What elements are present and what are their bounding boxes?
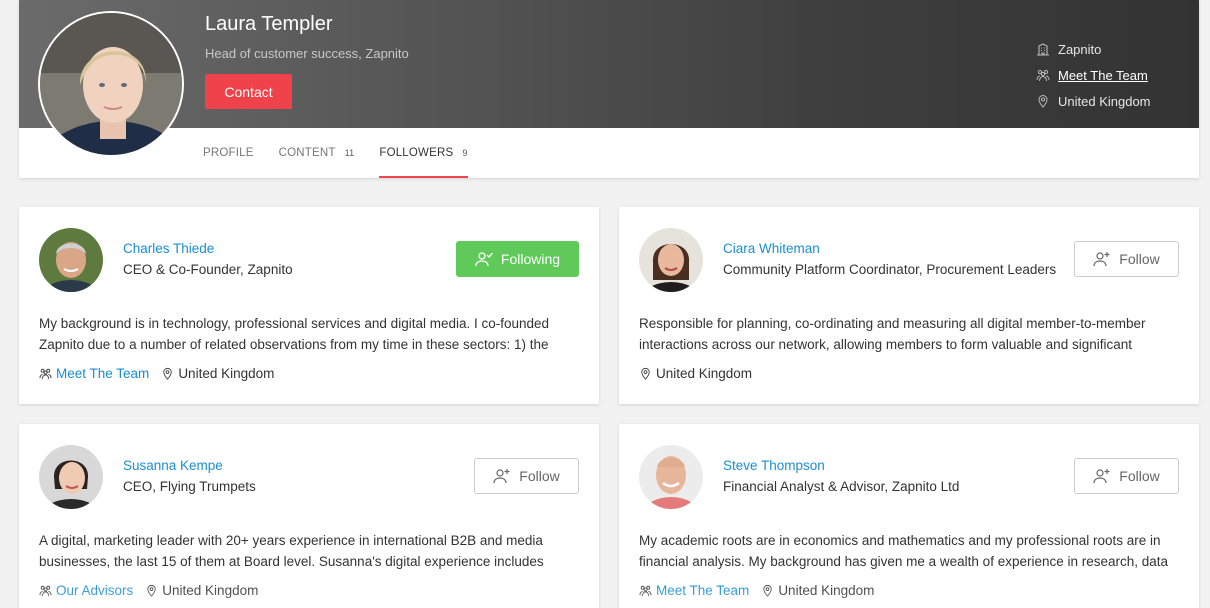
user-plus-icon <box>1093 469 1110 484</box>
follow-button[interactable]: Follow <box>1074 241 1179 277</box>
follower-name[interactable]: Susanna Kempe <box>123 458 223 473</box>
follower-name[interactable]: Steve Thompson <box>723 458 825 473</box>
button-label: Follow <box>1119 251 1160 267</box>
tab-count: 11 <box>344 148 355 158</box>
team-icon <box>39 585 52 597</box>
location-row: United Kingdom <box>1036 88 1151 114</box>
location-pin-icon <box>163 367 172 380</box>
button-label: Follow <box>519 468 560 484</box>
team-icon <box>39 368 52 380</box>
follow-button[interactable]: Follow <box>474 458 579 494</box>
profile-side-info: Zapnito Meet The Team United Kingdom <box>1036 36 1151 114</box>
follower-country: United Kingdom <box>162 583 259 598</box>
company-row: Zapnito <box>1036 36 1151 62</box>
follower-name[interactable]: Charles Thiede <box>123 241 214 256</box>
profile-name: Laura Templer <box>205 13 333 35</box>
follower-meta: Meet The Team United Kingdom <box>639 583 874 598</box>
avatar <box>639 228 703 292</box>
follower-title: CEO & Co-Founder, Zapnito <box>123 262 293 277</box>
avatar <box>39 445 103 509</box>
follower-title: Financial Analyst & Advisor, Zapnito Ltd <box>723 479 960 494</box>
team-icon <box>1036 69 1050 82</box>
follower-bio: Responsible for planning, co-ordinating … <box>639 316 1146 352</box>
tab-label: FOLLOWERS <box>379 147 454 159</box>
user-plus-icon <box>493 469 510 484</box>
tab-profile[interactable]: PROFILE <box>203 128 254 178</box>
team-link[interactable]: Meet The Team <box>1058 68 1148 83</box>
tab-label: PROFILE <box>203 147 254 159</box>
user-plus-icon <box>1093 252 1110 267</box>
follower-title: CEO, Flying Trumpets <box>123 479 256 494</box>
button-label: Following <box>500 251 561 267</box>
profile-banner <box>19 0 1199 128</box>
profile-avatar <box>38 11 184 157</box>
tab-content[interactable]: CONTENT 11 <box>279 128 355 178</box>
tab-label: CONTENT <box>278 147 336 159</box>
building-icon <box>1037 43 1049 56</box>
location-pin-icon <box>1038 95 1048 108</box>
location-pin-icon <box>763 584 772 597</box>
team-row[interactable]: Meet The Team <box>1036 62 1151 88</box>
team-link[interactable]: Our Advisors <box>56 583 133 598</box>
follower-country: United Kingdom <box>178 366 275 381</box>
location-pin-icon <box>147 584 156 597</box>
follower-country: United Kingdom <box>656 366 753 381</box>
follower-card: Susanna Kempe CEO, Flying Trumpets Follo… <box>19 424 599 608</box>
company-name: Zapnito <box>1058 41 1102 57</box>
follower-meta: Meet The Team United Kingdom <box>39 366 274 381</box>
follower-card: Steve Thompson Financial Analyst & Advis… <box>619 424 1199 608</box>
follower-meta: Our Advisors United Kingdom <box>39 583 258 598</box>
button-label: Follow <box>1119 468 1160 484</box>
follower-country: United Kingdom <box>778 583 875 598</box>
follow-button[interactable]: Follow <box>1074 458 1179 494</box>
avatar <box>39 228 103 292</box>
contact-button[interactable]: Contact <box>205 74 292 109</box>
profile-tabs: PROFILE CONTENT 11 FOLLOWERS 9 <box>203 128 493 178</box>
tab-followers[interactable]: FOLLOWERS 9 <box>379 128 468 178</box>
location-pin-icon <box>641 367 650 380</box>
follower-card: Charles Thiede CEO & Co-Founder, Zapnito… <box>19 207 599 404</box>
follower-meta: United Kingdom <box>639 366 752 381</box>
team-link[interactable]: Meet The Team <box>656 583 749 598</box>
follower-bio: My academic roots are in economics and m… <box>639 533 1169 569</box>
follower-card: Ciara Whiteman Community Platform Coordi… <box>619 207 1199 404</box>
profile-header: Laura Templer Head of customer success, … <box>19 0 1199 178</box>
follower-name[interactable]: Ciara Whiteman <box>723 241 820 256</box>
team-link[interactable]: Meet The Team <box>56 366 149 381</box>
user-check-icon <box>475 252 493 267</box>
location-text: United Kingdom <box>1058 93 1151 109</box>
avatar <box>639 445 703 509</box>
tab-count: 9 <box>462 148 468 158</box>
follower-title: Community Platform Coordinator, Procurem… <box>723 262 1057 277</box>
team-icon <box>639 585 652 597</box>
follower-bio: A digital, marketing leader with 20+ yea… <box>39 533 544 569</box>
following-button[interactable]: Following <box>456 241 579 277</box>
profile-role: Head of customer success, Zapnito <box>205 46 409 61</box>
follower-bio: My background is in technology, professi… <box>39 316 550 352</box>
